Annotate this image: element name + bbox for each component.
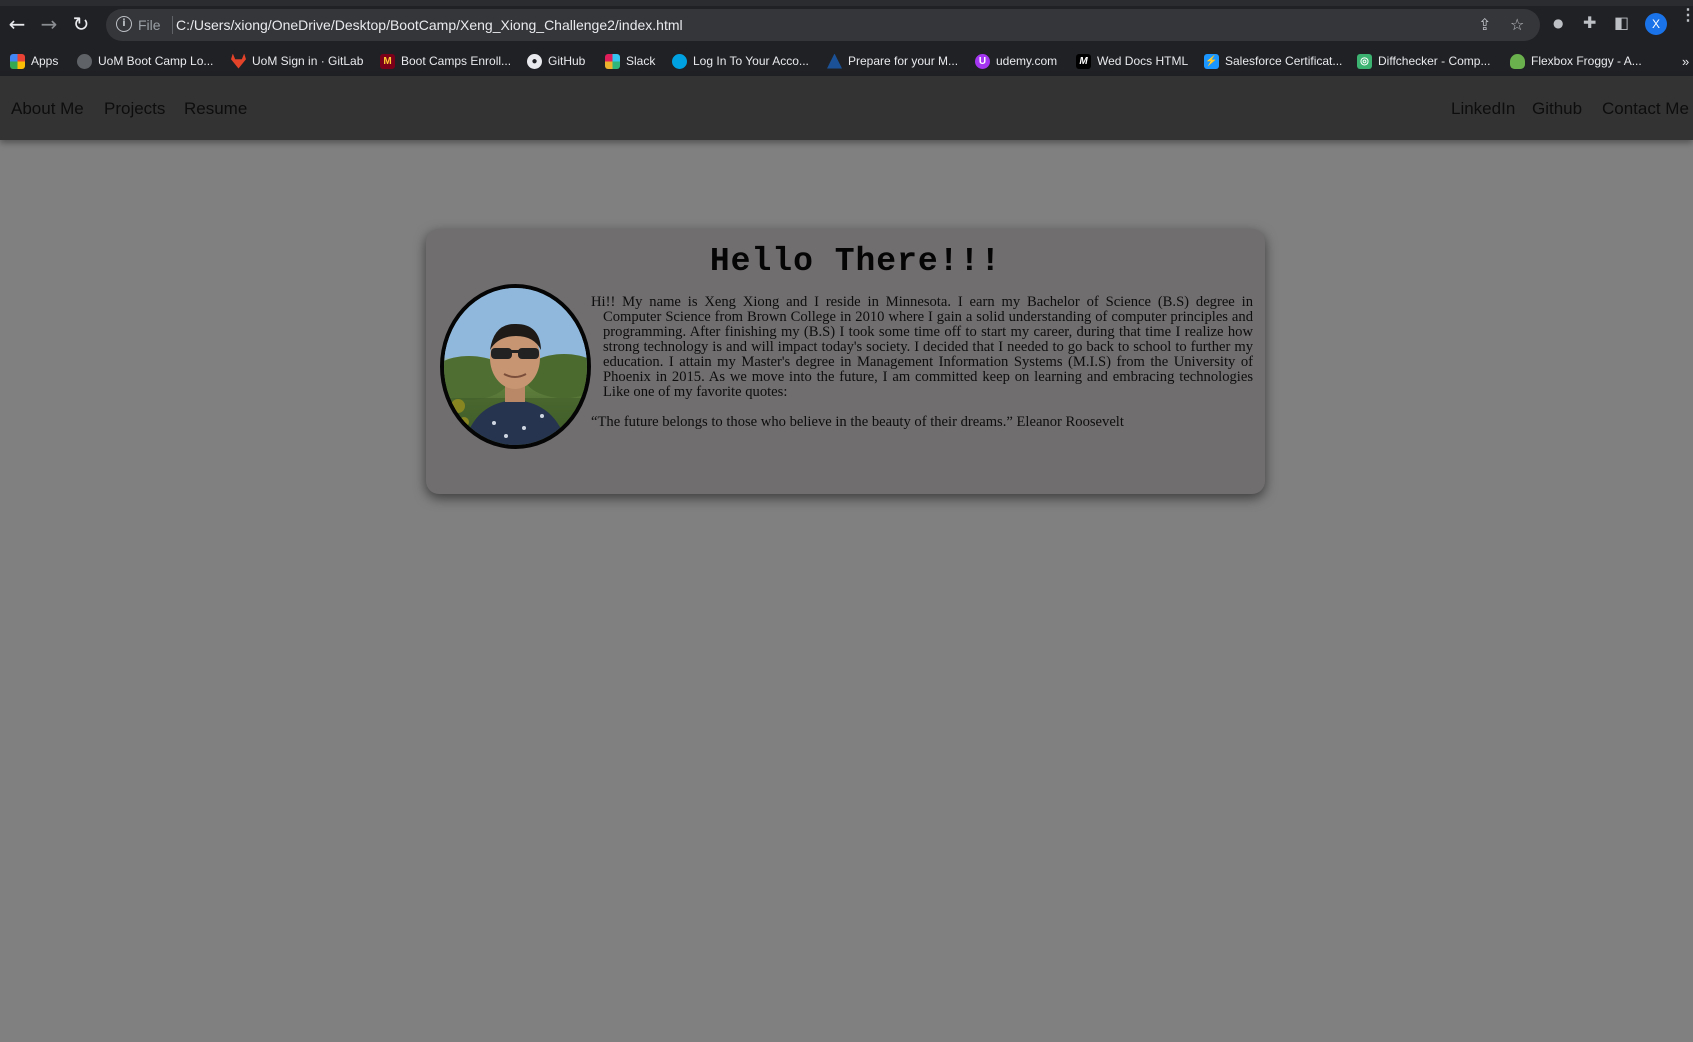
reload-icon[interactable]: ↻ <box>69 12 93 36</box>
bookmark-label: Salesforce Certificat... <box>1225 54 1343 68</box>
forward-arrow-icon[interactable]: → <box>37 12 61 36</box>
omnibox-divider <box>172 16 173 34</box>
site-info-icon[interactable]: i <box>116 16 132 32</box>
bookmark-label: Flexbox Froggy - A... <box>1531 54 1642 68</box>
bookmark-label: UoM Boot Camp Lo... <box>98 54 214 68</box>
bookmarks-bar: Apps UoM Boot Camp Lo... UoM Sign in · G… <box>0 46 1693 76</box>
diffchecker-icon: ◎ <box>1357 53 1372 69</box>
share-icon[interactable]: ⇪ <box>1478 16 1491 34</box>
address-bar[interactable]: i File C:/Users/xiong/OneDrive/Desktop/B… <box>106 9 1540 41</box>
bookmark-label: udemy.com <box>996 54 1058 68</box>
bookmark-bootcamp[interactable]: UoM Boot Camp Lo... <box>77 52 213 70</box>
profile-photo-illustration <box>444 288 587 445</box>
bio-paragraph: Hi!! My name is Xeng Xiong and I reside … <box>591 294 1253 400</box>
udemy-icon: U <box>975 53 990 69</box>
bookmark-gitlab[interactable]: UoM Sign in · GitLab <box>231 52 363 70</box>
bookmark-star-icon[interactable]: ☆ <box>1510 16 1524 34</box>
back-arrow-icon[interactable]: ← <box>5 12 29 36</box>
bookmark-diffchecker[interactable]: ◎ Diffchecker - Comp... <box>1357 52 1490 70</box>
bookmark-flexbox-froggy[interactable]: Flexbox Froggy - A... <box>1510 52 1642 70</box>
puzzle-extensions-icon[interactable]: ✚ <box>1583 13 1596 33</box>
scheme-label: File <box>138 17 161 33</box>
salesforce-cert-icon: ⚡ <box>1204 53 1219 69</box>
bookmark-apps[interactable]: Apps <box>10 52 58 70</box>
nav-resume[interactable]: Resume <box>184 99 247 119</box>
nav-projects[interactable]: Projects <box>104 99 165 119</box>
about-me-card: Hello There!!! Hi!! My name is Xeng Xion… <box>426 229 1265 494</box>
bookmark-label: Log In To Your Acco... <box>693 54 809 68</box>
bootcamp-icon <box>77 53 92 69</box>
card-title: Hello There!!! <box>709 243 1002 280</box>
bookmark-label: Slack <box>626 54 656 68</box>
extension-icon[interactable]: ● <box>1553 13 1563 33</box>
url-text[interactable]: C:/Users/xiong/OneDrive/Desktop/BootCamp… <box>176 17 683 33</box>
bookmark-slack[interactable]: Slack <box>605 52 655 70</box>
bookmark-label: Apps <box>31 54 59 68</box>
froggy-icon <box>1510 53 1525 69</box>
bookmark-salesforce-cert[interactable]: ⚡ Salesforce Certificat... <box>1204 52 1342 70</box>
bookmark-trailhead[interactable]: Prepare for your M... <box>827 52 958 70</box>
bookmark-bootcamp-enroll[interactable]: M Boot Camps Enroll... <box>380 52 511 70</box>
trailhead-icon <box>827 53 842 69</box>
tab-strip-edge <box>0 0 1693 6</box>
profile-avatar[interactable]: X <box>1645 13 1667 35</box>
bookmark-udemy[interactable]: U udemy.com <box>975 52 1057 70</box>
side-panel-icon[interactable]: ◧ <box>1614 13 1629 33</box>
bookmark-label: Prepare for your M... <box>848 54 959 68</box>
bookmark-label: Wed Docs HTML <box>1097 54 1189 68</box>
bookmark-label: GitHub <box>548 54 586 68</box>
mdn-icon: M <box>1076 53 1091 69</box>
browser-menu-icon[interactable]: ⋮ <box>1680 8 1693 24</box>
bookmark-mdn[interactable]: M Wed Docs HTML <box>1076 52 1188 70</box>
bookmark-label: UoM Sign in · GitLab <box>252 54 364 68</box>
favorite-quote: “The future belongs to those who believe… <box>591 414 1124 430</box>
bookmark-label: Diffchecker - Comp... <box>1378 54 1491 68</box>
apps-grid-icon <box>10 53 25 69</box>
bio-text-block: Hi!! My name is Xeng Xiong and I reside … <box>591 295 1253 430</box>
bookmark-salesforce-login[interactable]: Log In To Your Acco... <box>672 52 809 70</box>
nav-linkedin[interactable]: LinkedIn <box>1451 99 1515 119</box>
nav-about-me[interactable]: About Me <box>11 99 84 119</box>
bookmarks-overflow-icon[interactable]: » <box>1682 54 1689 69</box>
bookmark-label: Boot Camps Enroll... <box>401 54 512 68</box>
nav-contact-me[interactable]: Contact Me <box>1602 99 1689 119</box>
gitlab-icon <box>231 53 246 69</box>
bookmark-github[interactable]: ● GitHub <box>527 52 585 70</box>
umn-icon: M <box>380 53 395 69</box>
profile-photo <box>440 284 591 449</box>
slack-icon <box>605 53 620 69</box>
nav-github[interactable]: Github <box>1532 99 1582 119</box>
salesforce-icon <box>672 53 687 69</box>
browser-toolbar: ← → ↻ i File C:/Users/xiong/OneDrive/Des… <box>0 0 1693 46</box>
github-icon: ● <box>527 53 542 69</box>
site-navbar: About Me Projects Resume LinkedIn Github… <box>0 76 1693 140</box>
